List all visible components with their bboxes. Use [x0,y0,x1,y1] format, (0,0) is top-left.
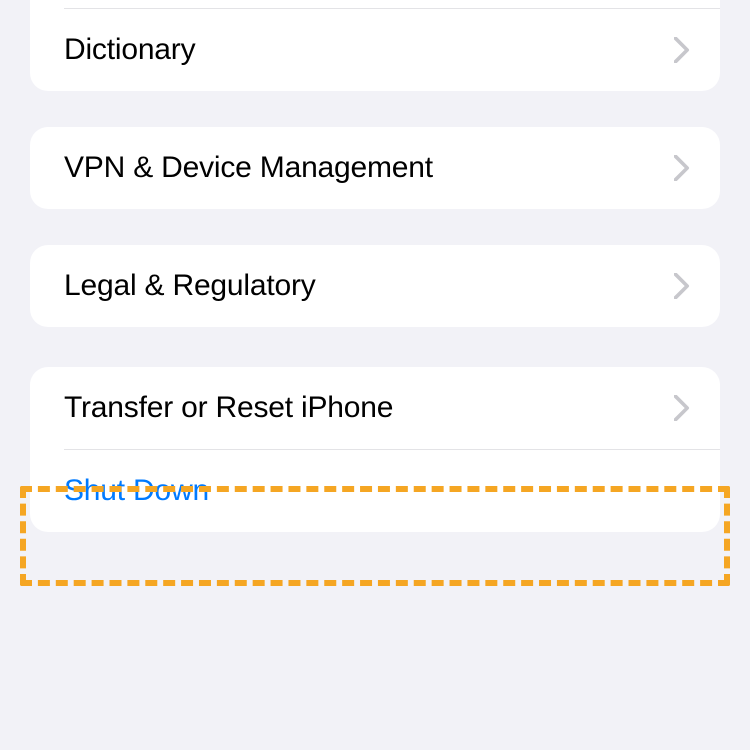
settings-scroll-area: Dictionary VPN & Device Management Legal… [0,0,750,532]
settings-row-dictionary[interactable]: Dictionary [30,9,720,91]
settings-group-legal: Legal & Regulatory [30,245,720,327]
settings-row-shut-down[interactable]: Shut Down [30,450,720,532]
settings-row-transfer-reset[interactable]: Transfer or Reset iPhone [30,367,720,449]
settings-group-reset: Transfer or Reset iPhone Shut Down [30,367,720,532]
row-label: VPN & Device Management [64,151,433,185]
settings-row-legal-regulatory[interactable]: Legal & Regulatory [30,245,720,327]
settings-group-dictionary: Dictionary [30,0,720,91]
chevron-right-icon [674,273,690,299]
settings-row-trimmed[interactable] [30,0,720,8]
settings-row-vpn-management[interactable]: VPN & Device Management [30,127,720,209]
row-label: Shut Down [64,474,209,508]
chevron-right-icon [674,395,690,421]
chevron-right-icon [674,37,690,63]
settings-group-vpn: VPN & Device Management [30,127,720,209]
chevron-right-icon [674,155,690,181]
row-label: Legal & Regulatory [64,269,316,303]
row-label: Dictionary [64,33,195,67]
row-label: Transfer or Reset iPhone [64,391,393,425]
